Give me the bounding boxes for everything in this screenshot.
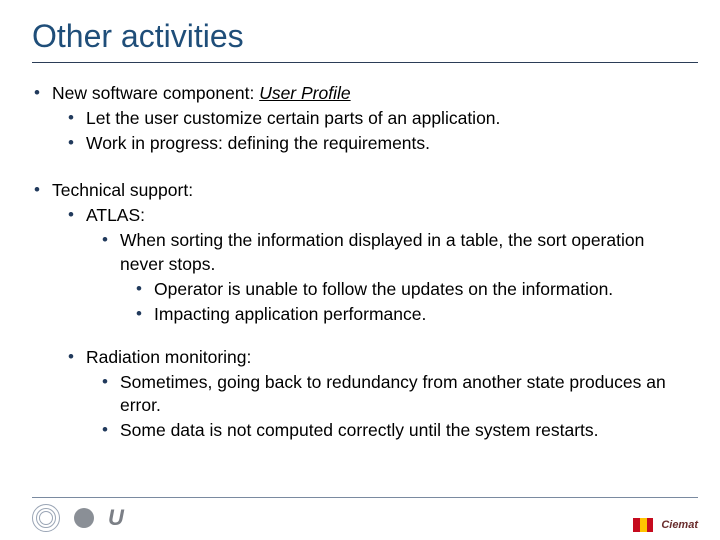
- u-logo-icon: U: [108, 505, 123, 531]
- slide: Other activities New software component:…: [0, 0, 720, 540]
- footer-rule: [32, 497, 698, 498]
- bullet-level3: Sometimes, going back to redundancy from…: [102, 371, 692, 417]
- footer-logos-left: U: [32, 504, 123, 532]
- bullet-level4: Operator is unable to follow the updates…: [136, 278, 692, 301]
- bullet-level1: New software component: User Profile Let…: [34, 82, 692, 155]
- footer-logos-right: Ciemat: [633, 518, 698, 532]
- bullet-level3: Some data is not computed correctly unti…: [102, 419, 692, 442]
- bullet-level2: Work in progress: defining the requireme…: [68, 132, 692, 155]
- slide-title: Other activities: [32, 18, 244, 55]
- bullet-level3: When sorting the information displayed i…: [102, 229, 692, 325]
- bullet-emph: User Profile: [259, 83, 350, 103]
- bullet-level2: Let the user customize certain parts of …: [68, 107, 692, 130]
- circle-badge-icon: [74, 508, 94, 528]
- bullet-level1: Technical support: ATLAS: When sorting t…: [34, 179, 692, 442]
- slide-body: New software component: User Profile Let…: [34, 82, 692, 446]
- bullet-level2: Radiation monitoring: Sometimes, going b…: [68, 346, 692, 442]
- spain-flag-icon: [633, 518, 653, 532]
- bullet-level4: Impacting application performance.: [136, 303, 692, 326]
- bullet-text: New software component:: [52, 83, 259, 103]
- bullet-level2: ATLAS: When sorting the information disp…: [68, 204, 692, 325]
- cern-logo-icon: [32, 504, 60, 532]
- title-underline: [32, 62, 698, 63]
- ciemat-logo-text: Ciemat: [661, 519, 698, 531]
